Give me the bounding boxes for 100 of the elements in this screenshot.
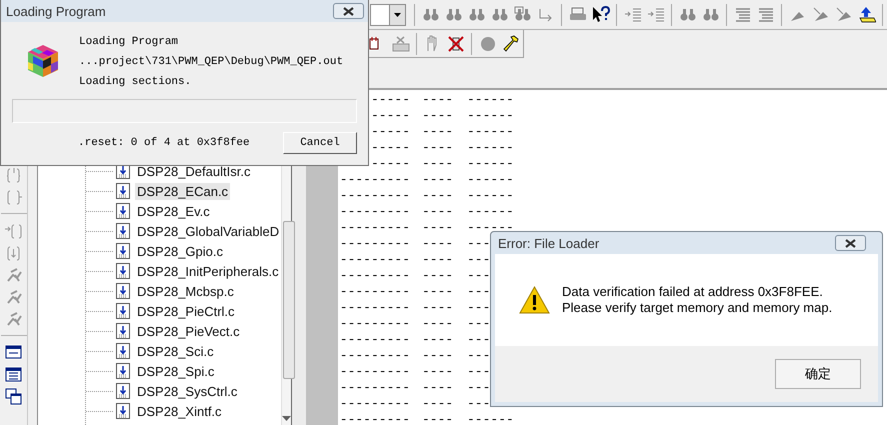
tree-item[interactable]: DSP28_ECan.c <box>135 182 230 200</box>
down-arrow-icon[interactable] <box>282 416 292 421</box>
memory-cell: ---- <box>422 140 454 156</box>
file-icon <box>116 323 130 339</box>
file-icon <box>116 283 130 299</box>
file-icon <box>116 223 130 239</box>
file-icon <box>116 303 130 319</box>
upload-arrow-icon[interactable] <box>858 6 876 23</box>
error-message: Please verify target memory and memory map. <box>562 300 832 316</box>
memory-cell: ----- <box>370 108 410 124</box>
close-button[interactable] <box>835 235 866 251</box>
binoculars-icon[interactable] <box>702 6 720 23</box>
marker-icon[interactable] <box>812 6 830 23</box>
nested-windows-icon[interactable] <box>4 388 22 405</box>
tree-item[interactable]: DSP28_DefaultIsr.c <box>135 162 252 180</box>
memory-cell: --- <box>467 236 490 252</box>
tree-item[interactable]: DSP28_PieCtrl.c <box>135 302 237 320</box>
memory-cell: ---- <box>422 332 454 348</box>
tree-item[interactable]: DSP28_Spi.c <box>135 362 216 380</box>
tree-item[interactable]: DSP28_Ev.c <box>135 202 212 220</box>
memory-cell: --------- <box>340 348 410 364</box>
tree-item[interactable]: DSP28_SysCtrl.c <box>135 382 240 400</box>
binoculars-icon[interactable] <box>514 6 532 23</box>
tree-item[interactable]: DSP28_PieVect.c <box>135 322 242 340</box>
binoculars-icon[interactable] <box>444 6 462 23</box>
memory-cell: ---- <box>422 396 454 412</box>
tree-item[interactable]: DSP28_Sci.c <box>135 342 216 360</box>
tree-item[interactable]: DSP28_Xintf.c <box>135 402 224 420</box>
memory-cell: ---- <box>422 236 454 252</box>
binoculars-icon[interactable] <box>468 6 486 23</box>
arrows-icon[interactable] <box>536 6 554 23</box>
lines-icon[interactable] <box>734 6 752 23</box>
ok-button[interactable]: 确定 <box>775 359 861 389</box>
memory-cell: ------ <box>467 92 514 108</box>
binoculars-icon[interactable] <box>678 6 696 23</box>
memory-cell: --- <box>467 268 490 284</box>
brace-arrow-icon[interactable] <box>4 166 22 183</box>
tree-item[interactable]: DSP28_InitPeripherals.c <box>135 262 281 280</box>
memory-cell: ----- <box>370 140 410 156</box>
binoculars-icon[interactable] <box>490 6 508 23</box>
memory-cell: --------- <box>340 396 410 412</box>
memory-cell: --------- <box>340 252 410 268</box>
memory-cell: --- <box>467 300 490 316</box>
memory-cell: --- <box>467 316 490 332</box>
close-icon[interactable] <box>845 238 856 248</box>
tree-item[interactable]: DSP28_GlobalVariableD <box>135 222 282 240</box>
warning-icon <box>519 286 550 314</box>
file-icon <box>116 183 130 199</box>
memory-cell: ------ <box>467 188 514 204</box>
memory-cell: --- <box>467 396 490 412</box>
printer-icon[interactable] <box>568 6 586 23</box>
memory-cell: ---- <box>422 364 454 380</box>
list-window-icon[interactable] <box>4 366 22 383</box>
marker-icon[interactable] <box>834 6 852 23</box>
wrench-icon[interactable] <box>502 35 520 52</box>
help-pointer-icon[interactable] <box>592 6 610 23</box>
window-icon[interactable] <box>4 344 22 361</box>
memory-cell: --- <box>467 348 490 364</box>
memory-cell: --------- <box>340 284 410 300</box>
close-icon[interactable] <box>343 6 354 16</box>
file-icon <box>116 243 130 259</box>
file-icon <box>116 403 130 419</box>
lines-icon[interactable] <box>756 6 774 23</box>
memory-cell: ----- <box>370 156 410 172</box>
memory-cell: ---- <box>422 300 454 316</box>
dialog-title: Error: File Loader <box>498 236 600 250</box>
brace-arrow-icon[interactable] <box>4 244 22 261</box>
cancel-button[interactable]: Cancel <box>283 132 357 154</box>
dropdown-arrow-icon[interactable] <box>394 12 401 16</box>
status-text: Loading sections. <box>79 76 192 88</box>
memory-cell: ------ <box>467 108 514 124</box>
close-button[interactable] <box>333 3 364 19</box>
scrollbar-thumb[interactable] <box>283 221 296 379</box>
memory-cell: ---- <box>422 380 454 396</box>
memory-cell: ---- <box>422 252 454 268</box>
memory-cell: --------- <box>340 204 410 220</box>
file-icon <box>116 383 130 399</box>
memory-cell: --------- <box>340 316 410 332</box>
memory-cell: ---- <box>422 108 454 124</box>
keyboard-icon[interactable] <box>392 35 410 52</box>
memory-cell: ---- <box>422 220 454 236</box>
circle-icon[interactable] <box>478 35 496 52</box>
memory-cell: --------- <box>340 220 410 236</box>
indent-list-icon[interactable] <box>624 6 642 23</box>
memory-cell: ---- <box>422 124 454 140</box>
tree-item[interactable]: DSP28_Gpio.c <box>135 242 225 260</box>
tree-item[interactable]: DSP28_Mcbsp.c <box>135 282 236 300</box>
crossed-out-icon[interactable] <box>446 35 464 52</box>
memory-cell: ---- <box>422 188 454 204</box>
memory-cell: ----- <box>370 92 410 108</box>
memory-cell: --- <box>467 380 490 396</box>
dropdown-field[interactable] <box>370 4 406 26</box>
memory-cell: --------- <box>340 172 410 188</box>
brace-arrow-icon[interactable] <box>4 188 22 205</box>
binoculars-icon[interactable] <box>422 6 440 23</box>
file-icon <box>116 343 130 359</box>
brace-arrow-icon[interactable] <box>4 222 22 239</box>
memory-cell: --- <box>467 332 490 348</box>
indent-list-icon[interactable] <box>646 6 664 23</box>
file-icon <box>116 263 130 279</box>
